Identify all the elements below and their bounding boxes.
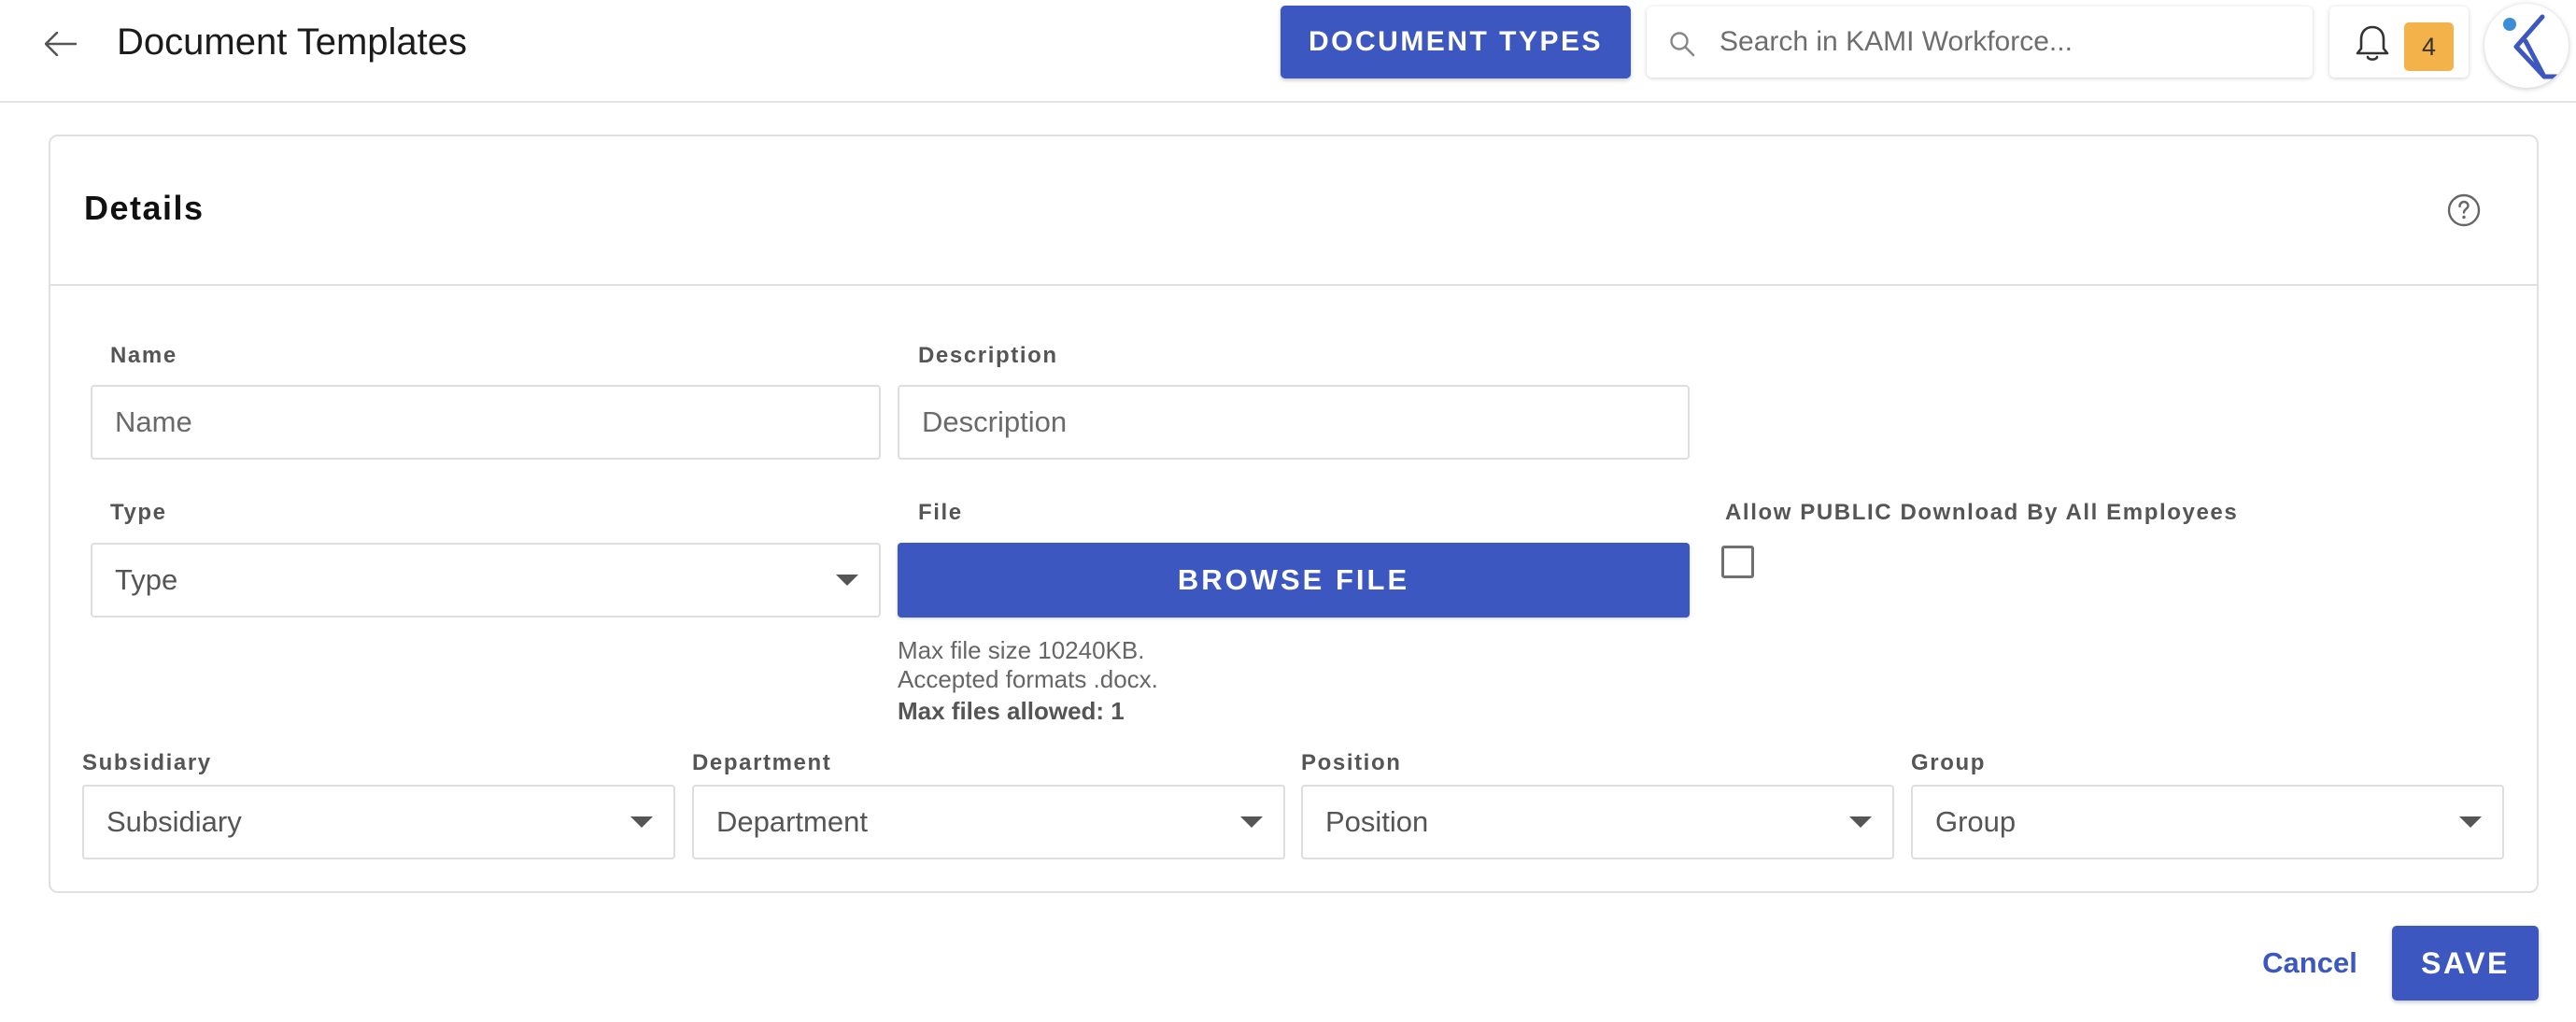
browse-file-button[interactable]: BROWSE FILE xyxy=(898,543,1690,617)
group-select-value: Group xyxy=(1935,805,2017,838)
notification-count-badge: 4 xyxy=(2404,22,2454,71)
department-label: Department xyxy=(692,750,832,775)
position-select[interactable]: Position xyxy=(1301,785,1894,859)
search-input[interactable] xyxy=(1720,18,2289,66)
arrow-left-icon xyxy=(45,32,77,56)
caret-down-icon xyxy=(630,816,653,828)
position-select-value: Position xyxy=(1325,805,1429,838)
search-icon xyxy=(1670,32,1695,57)
subsidiary-select[interactable]: Subsidiary xyxy=(82,785,675,859)
name-input[interactable] xyxy=(91,385,881,460)
details-title: Details xyxy=(84,189,205,227)
top-bar: Document Templates DOCUMENT TYPES 4 xyxy=(0,0,2576,103)
file-max-files-hint: Max files allowed: 1 xyxy=(898,697,1125,725)
department-select[interactable]: Department xyxy=(692,785,1285,859)
description-label: Description xyxy=(918,343,1058,368)
document-types-button[interactable]: DOCUMENT TYPES xyxy=(1281,6,1631,78)
notifications-button[interactable]: 4 xyxy=(2329,7,2469,78)
kami-logo-icon[interactable] xyxy=(2484,4,2569,88)
type-select[interactable]: Type xyxy=(91,543,881,617)
bell-icon xyxy=(2356,25,2389,61)
file-label: File xyxy=(918,500,963,525)
type-select-value: Type xyxy=(115,563,178,596)
group-select[interactable]: Group xyxy=(1911,785,2504,859)
position-label: Position xyxy=(1301,750,1402,775)
name-label: Name xyxy=(110,343,177,368)
caret-down-icon xyxy=(2459,816,2482,828)
back-button[interactable] xyxy=(37,21,84,67)
cancel-button[interactable]: Cancel xyxy=(2249,923,2371,1003)
caret-down-icon xyxy=(1849,816,1872,828)
help-circle-icon[interactable] xyxy=(2446,192,2482,228)
type-label: Type xyxy=(110,500,167,525)
details-card-header: Details xyxy=(50,136,2537,286)
group-label: Group xyxy=(1911,750,1986,775)
caret-down-icon xyxy=(836,575,858,586)
description-input[interactable] xyxy=(898,385,1690,460)
file-formats-hint: Accepted formats .docx. xyxy=(898,665,1158,693)
save-button[interactable]: SAVE xyxy=(2392,926,2539,1001)
kami-logo-mark xyxy=(2503,14,2568,79)
subsidiary-label: Subsidiary xyxy=(82,750,212,775)
caret-down-icon xyxy=(1240,816,1263,828)
file-max-size-hint: Max file size 10240KB. xyxy=(898,636,1145,664)
page-title: Document Templates xyxy=(117,21,467,63)
public-download-label: Allow PUBLIC Download By All Employees xyxy=(1725,500,2239,525)
public-download-checkbox[interactable] xyxy=(1721,546,1754,578)
search-box xyxy=(1647,7,2313,78)
department-select-value: Department xyxy=(716,805,868,838)
subsidiary-select-value: Subsidiary xyxy=(106,805,242,838)
